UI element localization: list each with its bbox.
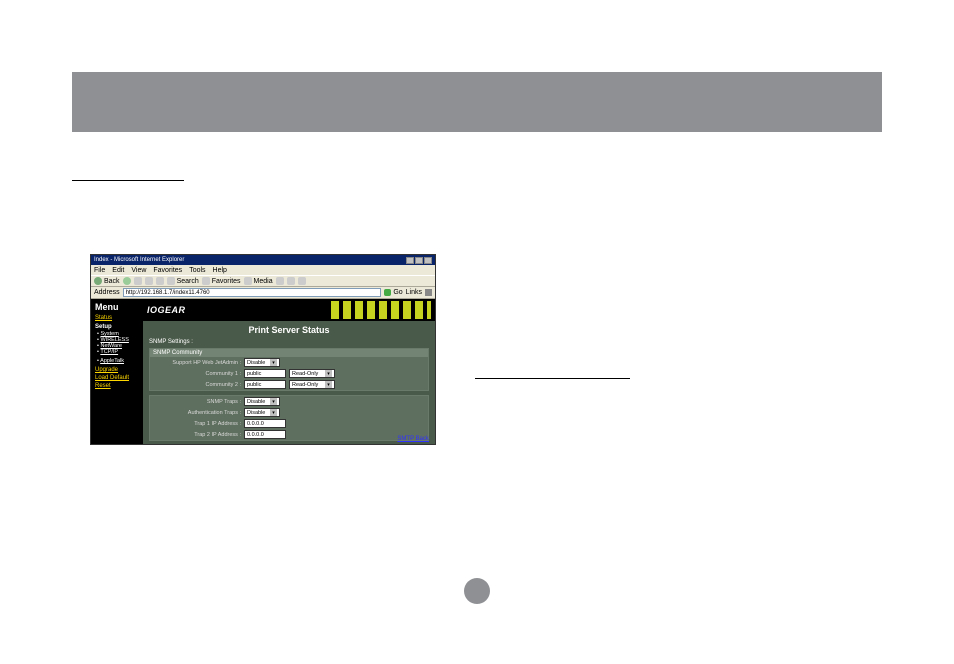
sidebar-setup-list-2: AppleTalk <box>97 358 139 364</box>
back-label: Back <box>104 278 120 285</box>
maximize-button[interactable] <box>415 257 423 264</box>
stop-icon[interactable] <box>134 277 142 285</box>
label-trap2: Trap 2 IP Address : <box>153 432 241 438</box>
panel-header-community: SNMP Community <box>150 349 428 357</box>
row-community2: Community 2 : public Read-Only ▾ <box>150 379 428 390</box>
chevron-down-icon: ▾ <box>325 370 332 377</box>
favorites-label: Favorites <box>212 278 241 285</box>
underline-2 <box>475 378 630 379</box>
brand-bar: IOGEAR <box>143 299 435 321</box>
underline-1 <box>72 180 184 181</box>
sidebar-item-load-default[interactable]: Load Default <box>95 375 139 381</box>
minimize-button[interactable] <box>406 257 414 264</box>
label-community1: Community 1 : <box>153 371 241 377</box>
search-label: Search <box>177 278 199 285</box>
history-icon[interactable] <box>276 277 284 285</box>
sidebar-item-appletalk[interactable]: AppleTalk <box>97 358 139 364</box>
window-titlebar: Index - Microsoft Internet Explorer <box>91 255 435 265</box>
menu-heading: Menu <box>95 302 139 312</box>
menu-tools[interactable]: Tools <box>189 267 205 274</box>
sidebar-item-status[interactable]: Status <box>95 315 139 321</box>
go-icon <box>384 289 391 296</box>
label-community2: Community 2 : <box>153 382 241 388</box>
select-community1-perm[interactable]: Read-Only ▾ <box>289 369 335 378</box>
sidebar-item-tcpip[interactable]: TCP/IP <box>97 349 139 355</box>
menu-favorites[interactable]: Favorites <box>153 267 182 274</box>
section-label: SNMP Settings : <box>143 337 435 347</box>
media-icon <box>244 277 252 285</box>
toolbar: Back Search Favorites Media <box>91 275 435 287</box>
select-snmp-traps[interactable]: Disable ▾ <box>244 397 280 406</box>
window-buttons <box>406 257 432 264</box>
input-community2[interactable]: public <box>244 380 286 389</box>
address-input[interactable]: http://192.168.1.7/index11.4760 <box>123 288 382 297</box>
forward-icon[interactable] <box>123 277 131 285</box>
sidebar-setup-list: System WIRELESS NetWare TCP/IP <box>97 331 139 355</box>
menu-view[interactable]: View <box>131 267 146 274</box>
back-button[interactable]: Back <box>94 277 120 285</box>
sidebar: Menu Status Setup System WIRELESS NetWar… <box>91 299 143 444</box>
menu-file[interactable]: File <box>94 267 105 274</box>
page-number-circle <box>464 578 490 604</box>
input-trap2[interactable]: 0.0.0.0 <box>244 430 286 439</box>
print-icon[interactable] <box>298 277 306 285</box>
back-icon <box>94 277 102 285</box>
go-button[interactable]: Go <box>384 289 402 296</box>
panel-snmp-community: SNMP Community Support HP Web JetAdmin :… <box>149 348 429 391</box>
address-bar: Address http://192.168.1.7/index11.4760 … <box>91 287 435 299</box>
favorites-icon <box>202 277 210 285</box>
input-community1[interactable]: public <box>244 369 286 378</box>
menu-edit[interactable]: Edit <box>112 267 124 274</box>
home-icon[interactable] <box>156 277 164 285</box>
row-snmp-traps: SNMP Traps : Disable ▾ <box>150 396 428 407</box>
go-label: Go <box>393 289 402 296</box>
content-area: Menu Status Setup System WIRELESS NetWar… <box>91 299 435 444</box>
menu-help[interactable]: Help <box>213 267 227 274</box>
search-button[interactable]: Search <box>167 277 199 285</box>
refresh-icon[interactable] <box>145 277 153 285</box>
select-auth-traps[interactable]: Disable ▾ <box>244 408 280 417</box>
close-button[interactable] <box>424 257 432 264</box>
chevron-down-icon: ▾ <box>270 398 277 405</box>
favorites-button[interactable]: Favorites <box>202 277 241 285</box>
sidebar-setup-heading: Setup <box>95 324 139 330</box>
chevron-down-icon: ▾ <box>325 381 332 388</box>
sidebar-item-upgrade[interactable]: Upgrade <box>95 367 139 373</box>
link-smtp-back[interactable]: SMTP Back <box>397 436 429 442</box>
media-label: Media <box>254 278 273 285</box>
row-trap2: Trap 2 IP Address : 0.0.0.0 <box>150 429 428 440</box>
panel-snmp-traps: SNMP Traps : Disable ▾ Authentication Tr… <box>149 395 429 441</box>
links-icon <box>425 289 432 296</box>
address-label: Address <box>94 289 120 296</box>
links-label[interactable]: Links <box>406 289 422 296</box>
row-trap1: Trap 1 IP Address : 0.0.0.0 <box>150 418 428 429</box>
select-community2-perm[interactable]: Read-Only ▾ <box>289 380 335 389</box>
mail-icon[interactable] <box>287 277 295 285</box>
search-icon <box>167 277 175 285</box>
brand-pattern <box>331 301 431 319</box>
label-auth-traps: Authentication Traps : <box>153 410 241 416</box>
chevron-down-icon: ▾ <box>270 409 277 416</box>
row-jetadmin: Support HP Web JetAdmin : Disable ▾ <box>150 357 428 368</box>
address-value: http://192.168.1.7/index11.4760 <box>126 290 210 296</box>
main-panel: IOGEAR Print Server Status SNMP Settings… <box>143 299 435 444</box>
select-jetadmin[interactable]: Disable ▾ <box>244 358 280 367</box>
menubar: File Edit View Favorites Tools Help <box>91 265 435 275</box>
header-bar <box>72 72 882 132</box>
chevron-down-icon: ▾ <box>270 359 277 366</box>
input-trap1[interactable]: 0.0.0.0 <box>244 419 286 428</box>
logo: IOGEAR <box>147 305 186 315</box>
row-community1: Community 1 : public Read-Only ▾ <box>150 368 428 379</box>
media-button[interactable]: Media <box>244 277 273 285</box>
row-auth-traps: Authentication Traps : Disable ▾ <box>150 407 428 418</box>
page-title: Print Server Status <box>143 321 435 337</box>
window-title: Index - Microsoft Internet Explorer <box>94 257 184 263</box>
label-jetadmin: Support HP Web JetAdmin : <box>153 360 241 366</box>
label-trap1: Trap 1 IP Address : <box>153 421 241 427</box>
label-snmp-traps: SNMP Traps : <box>153 399 241 405</box>
sidebar-item-reset[interactable]: Reset <box>95 383 139 389</box>
screenshot-print-server: Index - Microsoft Internet Explorer File… <box>90 254 436 445</box>
